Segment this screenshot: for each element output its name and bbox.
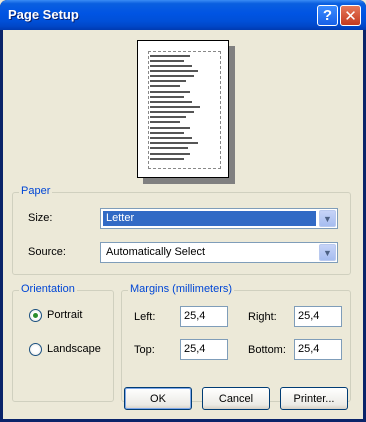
top-margin-label: Top: bbox=[134, 344, 155, 356]
preview-text-line bbox=[150, 101, 192, 103]
landscape-radio[interactable] bbox=[29, 343, 42, 356]
preview-text-line bbox=[150, 106, 200, 108]
top-margin-input[interactable]: 25,4 bbox=[180, 339, 228, 360]
margins-group: Margins (millimeters) Left: 25,4 Right: … bbox=[121, 283, 351, 402]
preview-text-line bbox=[150, 132, 184, 134]
dialog-body: Paper Size: Letter ▼ Source: Automatical… bbox=[3, 30, 363, 419]
size-label: Size: bbox=[28, 212, 53, 224]
printer-button[interactable]: Printer... bbox=[280, 387, 348, 410]
size-value: Letter bbox=[103, 211, 316, 226]
preview-text-line bbox=[150, 127, 190, 129]
preview-text-line bbox=[150, 137, 192, 139]
preview-text-line bbox=[150, 96, 184, 98]
close-icon[interactable]: ✕ bbox=[340, 5, 361, 26]
preview-text-line bbox=[150, 80, 186, 82]
chevron-down-icon[interactable]: ▼ bbox=[319, 244, 336, 261]
bottom-margin-label: Bottom: bbox=[248, 344, 286, 356]
size-select[interactable]: Letter ▼ bbox=[100, 208, 338, 229]
preview-text-line bbox=[150, 55, 190, 57]
preview-text-line bbox=[150, 91, 190, 93]
orientation-legend: Orientation bbox=[19, 283, 77, 295]
preview-text-line bbox=[150, 70, 198, 72]
preview-text-line bbox=[150, 65, 192, 67]
preview-text-line bbox=[150, 121, 180, 123]
window-title: Page Setup bbox=[8, 7, 79, 22]
margins-legend: Margins (millimeters) bbox=[128, 283, 235, 295]
preview-text-line bbox=[150, 116, 186, 118]
left-margin-label: Left: bbox=[134, 311, 156, 323]
preview-text-line bbox=[150, 111, 194, 113]
preview-text-line bbox=[150, 153, 190, 155]
preview-text-line bbox=[150, 158, 184, 160]
help-icon[interactable]: ? bbox=[317, 5, 338, 26]
portrait-label[interactable]: Portrait bbox=[47, 309, 82, 321]
page-preview bbox=[137, 40, 229, 178]
paper-legend: Paper bbox=[19, 185, 53, 197]
preview-text-line bbox=[150, 75, 194, 77]
landscape-label[interactable]: Landscape bbox=[47, 343, 101, 355]
orientation-group: Orientation Portrait Landscape bbox=[12, 283, 114, 402]
ok-button[interactable]: OK bbox=[124, 387, 192, 410]
preview-text-line bbox=[150, 85, 180, 87]
left-margin-input[interactable]: 25,4 bbox=[180, 306, 228, 327]
portrait-radio[interactable] bbox=[29, 309, 42, 322]
title-bar[interactable]: Page Setup ? ✕ bbox=[0, 0, 366, 30]
preview-margin-box bbox=[148, 51, 221, 169]
right-margin-label: Right: bbox=[248, 311, 277, 323]
page-setup-window: Page Setup ? ✕ Paper Size: Letter ▼ Sour… bbox=[0, 0, 366, 422]
chevron-down-icon[interactable]: ▼ bbox=[319, 210, 336, 227]
paper-group: Paper Size: Letter ▼ Source: Automatical… bbox=[12, 185, 351, 275]
preview-text-line bbox=[150, 147, 188, 149]
source-label: Source: bbox=[28, 246, 66, 258]
radio-selected-dot bbox=[33, 313, 38, 318]
preview-text-line bbox=[150, 60, 184, 62]
source-select[interactable]: Automatically Select ▼ bbox=[100, 242, 338, 263]
preview-text-line bbox=[150, 142, 198, 144]
source-value: Automatically Select bbox=[106, 246, 206, 258]
cancel-button[interactable]: Cancel bbox=[202, 387, 270, 410]
right-margin-input[interactable]: 25,4 bbox=[294, 306, 342, 327]
bottom-margin-input[interactable]: 25,4 bbox=[294, 339, 342, 360]
